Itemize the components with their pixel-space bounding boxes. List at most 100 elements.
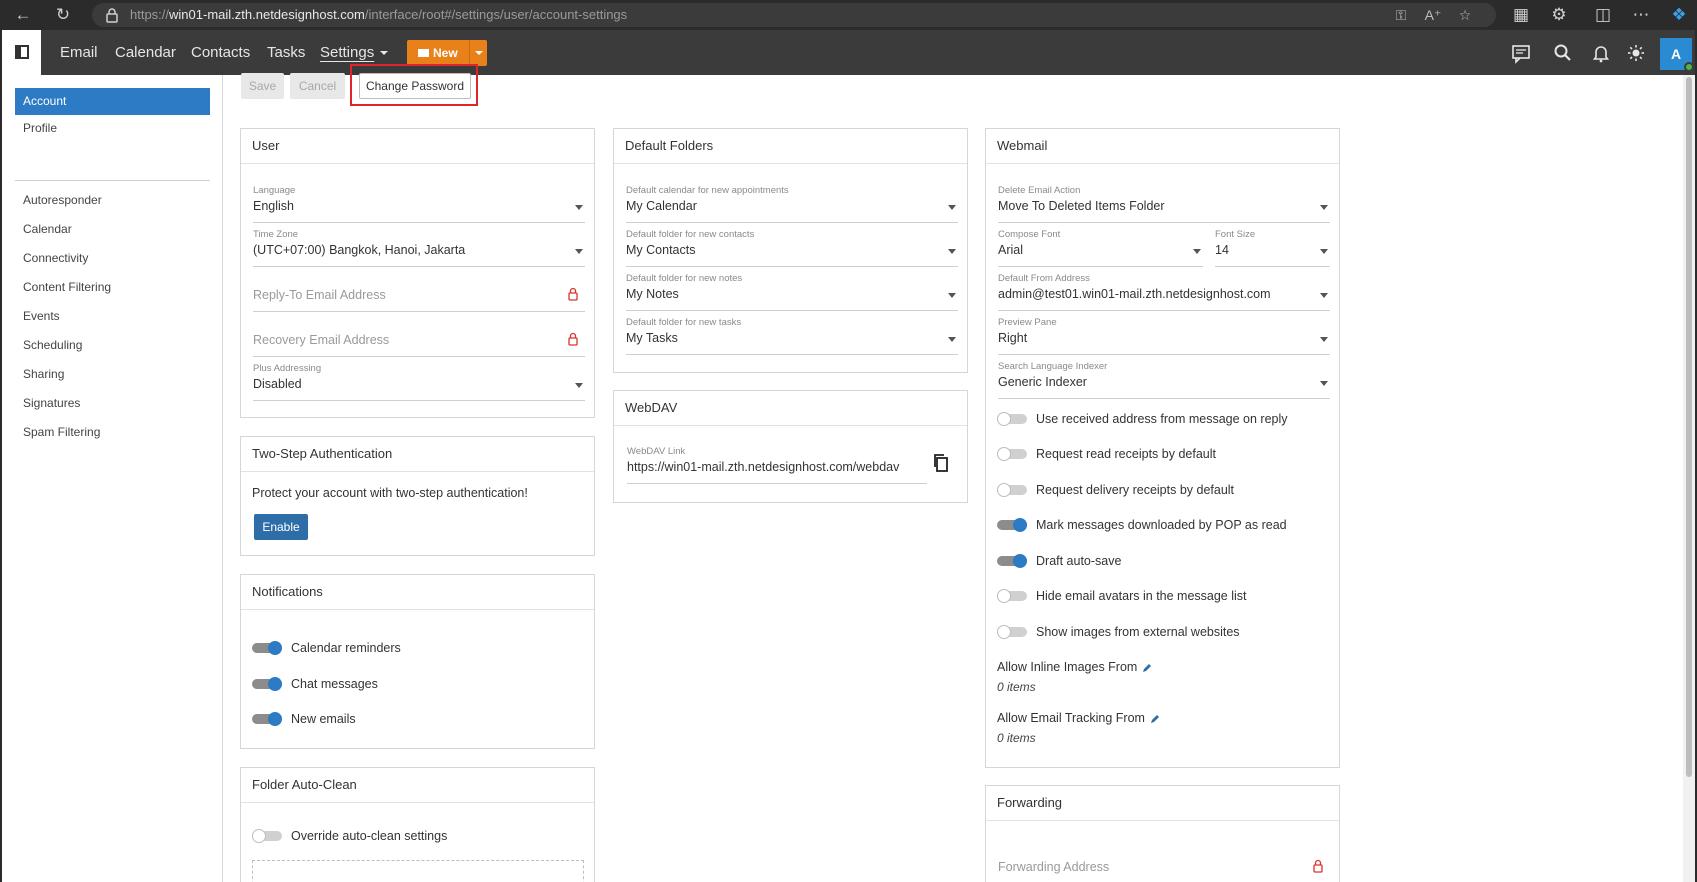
panel-title: Two-Step Authentication — [241, 437, 594, 472]
back-icon[interactable]: ← — [10, 3, 36, 27]
top-navigation: Email Calendar Contacts Tasks Settings N… — [2, 30, 1695, 75]
webdav-link-field[interactable]: WebDAV Link https://win01-mail.zth.netdes… — [627, 446, 927, 484]
sidebar-item-profile[interactable]: Profile — [15, 115, 210, 142]
extensions-icon[interactable]: ⚙ — [1546, 3, 1572, 27]
show-external-images-toggle[interactable] — [997, 625, 1027, 639]
default-contacts-select[interactable]: Default folder for new contacts My Contac… — [626, 229, 958, 267]
reply-to-email-input[interactable]: Reply-To Email Address — [253, 274, 585, 312]
sidebar-toggle-button[interactable] — [2, 30, 41, 75]
mark-pop-read-toggle[interactable] — [997, 518, 1027, 532]
new-emails-toggle[interactable] — [252, 712, 282, 726]
sidebar-item-calendar[interactable]: Calendar — [15, 216, 210, 243]
chevron-down-icon — [1320, 249, 1328, 254]
delete-email-action-select[interactable]: Delete Email Action Move To Deleted Items… — [998, 185, 1330, 223]
two-step-description: Protect your account with two-step authe… — [252, 486, 528, 500]
read-aloud-icon[interactable]: A⁺ — [1424, 7, 1442, 23]
sidebar-item-connectivity[interactable]: Connectivity — [15, 245, 210, 272]
font-size-select[interactable]: Font Size 14 — [1215, 229, 1330, 267]
draft-auto-save-toggle[interactable] — [997, 554, 1027, 568]
chevron-down-icon — [948, 249, 956, 254]
toggle-label: Use received address from message on rep… — [1036, 412, 1288, 426]
edit-pencil-icon[interactable] — [1142, 663, 1152, 673]
language-select[interactable]: Language English — [253, 185, 585, 223]
chevron-down-icon — [575, 383, 583, 388]
hide-avatars-toggle[interactable] — [997, 589, 1027, 603]
chevron-down-icon — [948, 293, 956, 298]
toggle-label: Show images from external websites — [1036, 625, 1240, 639]
refresh-icon[interactable]: ↻ — [50, 3, 76, 27]
sidebar-item-spam-filtering[interactable]: Spam Filtering — [15, 419, 210, 446]
new-button[interactable]: New — [407, 40, 487, 66]
scrollbar-thumb[interactable] — [1686, 77, 1692, 777]
inline-images-count: 0 items — [997, 680, 1036, 694]
timezone-select[interactable]: Time Zone (UTC+07:00) Bangkok, Hanoi, Ja… — [253, 229, 585, 267]
search-icon[interactable] — [1552, 42, 1574, 64]
sidebar-item-content-filtering[interactable]: Content Filtering — [15, 274, 210, 301]
toggle-label: Calendar reminders — [291, 641, 401, 655]
default-calendar-select[interactable]: Default calendar for new appointments My … — [626, 185, 958, 223]
favorite-star-icon[interactable]: ☆ — [1456, 7, 1474, 23]
chevron-down-icon — [1320, 337, 1328, 342]
lock-icon — [106, 8, 118, 23]
chevron-down-icon — [1320, 381, 1328, 386]
nav-calendar[interactable]: Calendar — [115, 44, 176, 61]
sidebar-item-scheduling[interactable]: Scheduling — [15, 332, 210, 359]
copilot-icon[interactable]: ❖ — [1666, 3, 1692, 27]
user-avatar[interactable]: A — [1660, 38, 1694, 72]
sidebar-item-signatures[interactable]: Signatures — [15, 390, 210, 417]
search-language-indexer-select[interactable]: Search Language Indexer Generic Indexer — [998, 361, 1330, 399]
theme-sun-icon[interactable] — [1625, 42, 1647, 64]
read-receipts-toggle[interactable] — [997, 447, 1027, 461]
compose-font-select[interactable]: Compose Font Arial — [998, 229, 1203, 267]
enable-two-step-button[interactable]: Enable — [254, 514, 308, 540]
page-scrollbar[interactable] — [1683, 75, 1695, 882]
default-notes-select[interactable]: Default folder for new notes My Notes — [626, 273, 958, 311]
bell-icon[interactable] — [1590, 42, 1612, 64]
sidebar-item-events[interactable]: Events — [15, 303, 210, 330]
split-screen-icon[interactable]: ◫ — [1590, 3, 1616, 27]
save-button[interactable]: Save — [241, 73, 284, 99]
app-window: Email Calendar Contacts Tasks Settings N… — [2, 30, 1695, 882]
chevron-down-icon — [948, 205, 956, 210]
chevron-down-icon — [475, 51, 483, 55]
panel-title: Default Folders — [614, 129, 967, 164]
edit-pencil-icon[interactable] — [1150, 714, 1160, 724]
delivery-receipts-toggle[interactable] — [997, 483, 1027, 497]
nav-settings[interactable]: Settings — [320, 44, 389, 61]
calendar-reminders-toggle[interactable] — [252, 641, 282, 655]
chat-icon[interactable] — [1510, 42, 1532, 64]
default-from-address-select[interactable]: Default From Address admin@test01.win01-m… — [998, 273, 1330, 311]
nav-contacts[interactable]: Contacts — [191, 44, 250, 61]
new-dropdown-button[interactable] — [469, 40, 487, 66]
plus-addressing-select[interactable]: Plus Addressing Disabled — [253, 363, 585, 401]
more-menu-icon[interactable]: ⋯ — [1628, 3, 1654, 27]
new-button-label: New — [433, 46, 458, 60]
sidebar-icon — [15, 45, 29, 59]
chat-messages-toggle[interactable] — [252, 677, 282, 691]
key-icon[interactable]: ⚿ — [1392, 7, 1410, 23]
default-tasks-select[interactable]: Default folder for new tasks My Tasks — [626, 317, 958, 355]
sidebar-item-account[interactable]: Account — [15, 88, 210, 115]
nav-tasks[interactable]: Tasks — [267, 44, 305, 61]
preview-pane-select[interactable]: Preview Pane Right — [998, 317, 1330, 355]
address-bar[interactable]: https://win01-mail.zth.netdesignhost.com… — [92, 3, 1496, 27]
use-received-address-toggle[interactable] — [997, 412, 1027, 426]
folder-auto-clean-panel: Folder Auto-Clean Override auto-clean se… — [240, 767, 595, 882]
copy-icon[interactable] — [932, 453, 950, 473]
nav-email[interactable]: Email — [60, 44, 98, 61]
override-auto-clean-toggle[interactable] — [252, 829, 282, 843]
email-tracking-count: 0 items — [997, 731, 1036, 745]
chevron-down-icon — [380, 51, 389, 56]
sidebar-item-autoresponder[interactable]: Autoresponder — [15, 187, 210, 214]
toggle-label: Request delivery receipts by default — [1036, 483, 1235, 497]
inline-images-setting[interactable]: Allow Inline Images From — [997, 660, 1152, 674]
translate-icon[interactable]: ▦ — [1508, 3, 1534, 27]
sidebar-item-sharing[interactable]: Sharing — [15, 361, 210, 388]
browser-toolbar: ← ↻ https://win01-mail.zth.netdesignhost… — [0, 0, 1697, 30]
email-tracking-setting[interactable]: Allow Email Tracking From — [997, 711, 1160, 725]
toggle-label: Request read receipts by default — [1036, 447, 1216, 461]
cancel-button[interactable]: Cancel — [290, 73, 345, 99]
recovery-email-input[interactable]: Recovery Email Address — [253, 319, 585, 357]
toggle-label: Hide email avatars in the message list — [1036, 589, 1247, 603]
forwarding-address-input[interactable]: Forwarding Address — [998, 846, 1330, 882]
